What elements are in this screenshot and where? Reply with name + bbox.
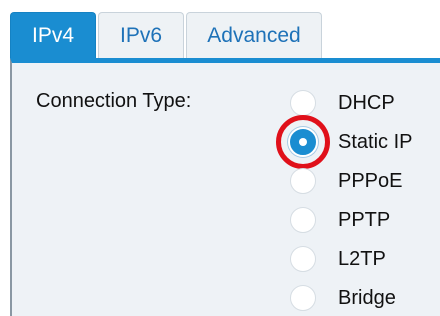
highlight-circle-annotation [276,115,330,169]
connection-type-label: Connection Type: [36,90,192,112]
connection-type-option-static-ip[interactable]: Static IP [276,115,440,169]
network-settings-screen: IPv4 IPv6 Advanced Connection Type: DHCP… [0,0,440,316]
pppoe-label[interactable]: PPPoE [338,168,402,194]
l2tp-radio[interactable] [290,246,316,272]
dhcp-radio[interactable] [290,90,316,116]
tab-ipv6[interactable]: IPv6 [98,12,184,58]
l2tp-label[interactable]: L2TP [338,246,386,272]
pptp-label[interactable]: PPTP [338,207,390,233]
tab-ipv4[interactable]: IPv4 [10,12,96,60]
pppoe-radio[interactable] [290,168,316,194]
connection-type-option-l2tp[interactable]: L2TP [290,242,440,278]
connection-type-option-pptp[interactable]: PPTP [290,203,440,239]
bridge-radio[interactable] [290,285,316,311]
tab-strip: IPv4 IPv6 Advanced [0,0,440,60]
dhcp-label[interactable]: DHCP [338,90,395,116]
connection-type-option-bridge[interactable]: Bridge [290,281,440,316]
bridge-label[interactable]: Bridge [338,285,396,311]
ipv4-settings-panel: Connection Type: DHCP Static IP PPPoE PP… [10,58,440,316]
static-ip-label[interactable]: Static IP [338,129,412,155]
connection-type-option-pppoe[interactable]: PPPoE [290,164,440,200]
pptp-radio[interactable] [290,207,316,233]
tab-advanced[interactable]: Advanced [186,12,322,58]
